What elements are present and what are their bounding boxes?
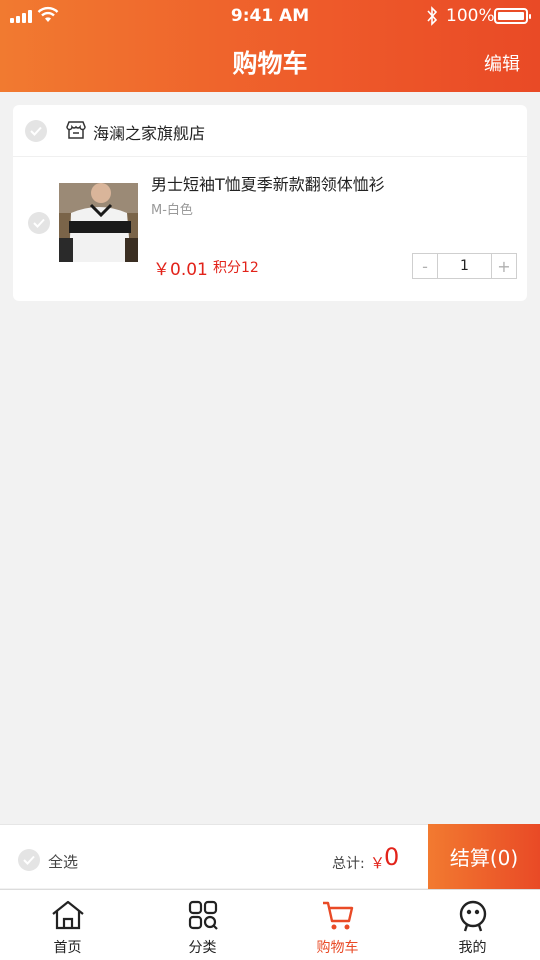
home-icon (51, 900, 84, 930)
tab-label: 首页 (53, 940, 82, 956)
tab-profile[interactable]: 我的 (405, 890, 540, 960)
total-label: 总计: (332, 856, 365, 872)
check-icon (23, 855, 35, 865)
product-variant: M-白色 (151, 203, 193, 218)
product-title[interactable]: 男士短袖T恤夏季新款翻领体恤衫 (151, 171, 385, 195)
tab-label: 分类 (188, 940, 217, 956)
battery-icon (494, 8, 531, 24)
bluetooth-icon (427, 6, 438, 26)
cart-icon (322, 901, 353, 930)
item-checkbox[interactable] (28, 212, 50, 234)
total-value: 0 (384, 843, 400, 871)
tab-bar: 首页 分类 购物车 我的 (0, 889, 540, 960)
status-bar: 9:41 AM 100% (0, 0, 540, 32)
select-all-label[interactable]: 全选 (48, 851, 78, 872)
select-all-checkbox[interactable] (18, 849, 40, 871)
check-icon (33, 218, 45, 228)
page-title: 购物车 (232, 49, 308, 78)
tab-home[interactable]: 首页 (0, 890, 135, 960)
product-image[interactable] (59, 183, 138, 262)
total-currency: ￥ (370, 854, 386, 872)
product-points: 积分12 (213, 260, 259, 276)
store-icon (66, 121, 86, 139)
quantity-stepper: - 1 + (412, 253, 517, 279)
quantity-input[interactable]: 1 (437, 254, 492, 278)
shop-name[interactable]: 海澜之家旗舰店 (93, 120, 205, 144)
product-price: ￥0.01 (153, 260, 208, 280)
header-bar: 9:41 AM 100% 购物车 编辑 (0, 0, 540, 92)
profile-icon (459, 900, 486, 932)
tab-category[interactable]: 分类 (135, 890, 270, 960)
increase-button[interactable]: + (492, 254, 516, 278)
checkout-button[interactable]: 结算(0) (428, 824, 540, 889)
shop-checkbox[interactable] (25, 120, 47, 142)
tab-label: 购物车 (316, 940, 359, 956)
category-icon (188, 900, 218, 930)
checkout-bar: 全选 总计: ￥ 0 结算(0) (0, 824, 540, 889)
decrease-button[interactable]: - (413, 254, 437, 278)
battery-percentage: 100% (446, 6, 495, 26)
tab-cart[interactable]: 购物车 (270, 890, 405, 960)
tab-label: 我的 (458, 940, 487, 956)
cart-shop-card: 海澜之家旗舰店 男士短袖T恤夏季新款翻领体恤衫 M-白色 ￥0.01 积分12 … (13, 105, 527, 301)
check-icon (30, 126, 42, 136)
shop-row: 海澜之家旗舰店 (13, 105, 527, 157)
edit-button[interactable]: 编辑 (484, 50, 520, 76)
